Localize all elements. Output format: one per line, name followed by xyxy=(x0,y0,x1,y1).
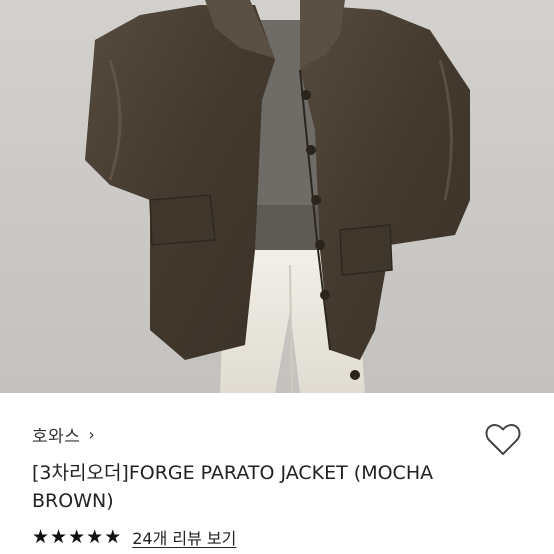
star-icon: ★ xyxy=(32,526,50,548)
star-icon: ★ xyxy=(86,526,104,548)
favorite-heart-icon[interactable] xyxy=(484,423,522,457)
star-icon: ★ xyxy=(68,526,86,548)
brand-name: 호와스 xyxy=(32,427,81,447)
rating-stars: ★ ★ ★ ★ ★ xyxy=(32,527,122,547)
product-title: [3차리오더]FORGE PARATO JACKET (MOCHA BROWN) xyxy=(32,462,434,512)
product-image[interactable] xyxy=(0,0,554,393)
product-info: 호와스 › [3차리오더]FORGE PARATO JACKET (MOCHA … xyxy=(0,393,554,554)
star-icon: ★ xyxy=(50,526,68,548)
star-icon: ★ xyxy=(104,526,122,548)
rating-row: ★ ★ ★ ★ ★ 24개 리뷰 보기 xyxy=(32,525,236,549)
brand-link[interactable]: 호와스 › xyxy=(32,422,95,447)
chevron-right-icon: › xyxy=(88,425,96,444)
product-photo-illustration xyxy=(0,0,554,393)
reviews-link[interactable]: 24개 리뷰 보기 xyxy=(132,525,236,549)
